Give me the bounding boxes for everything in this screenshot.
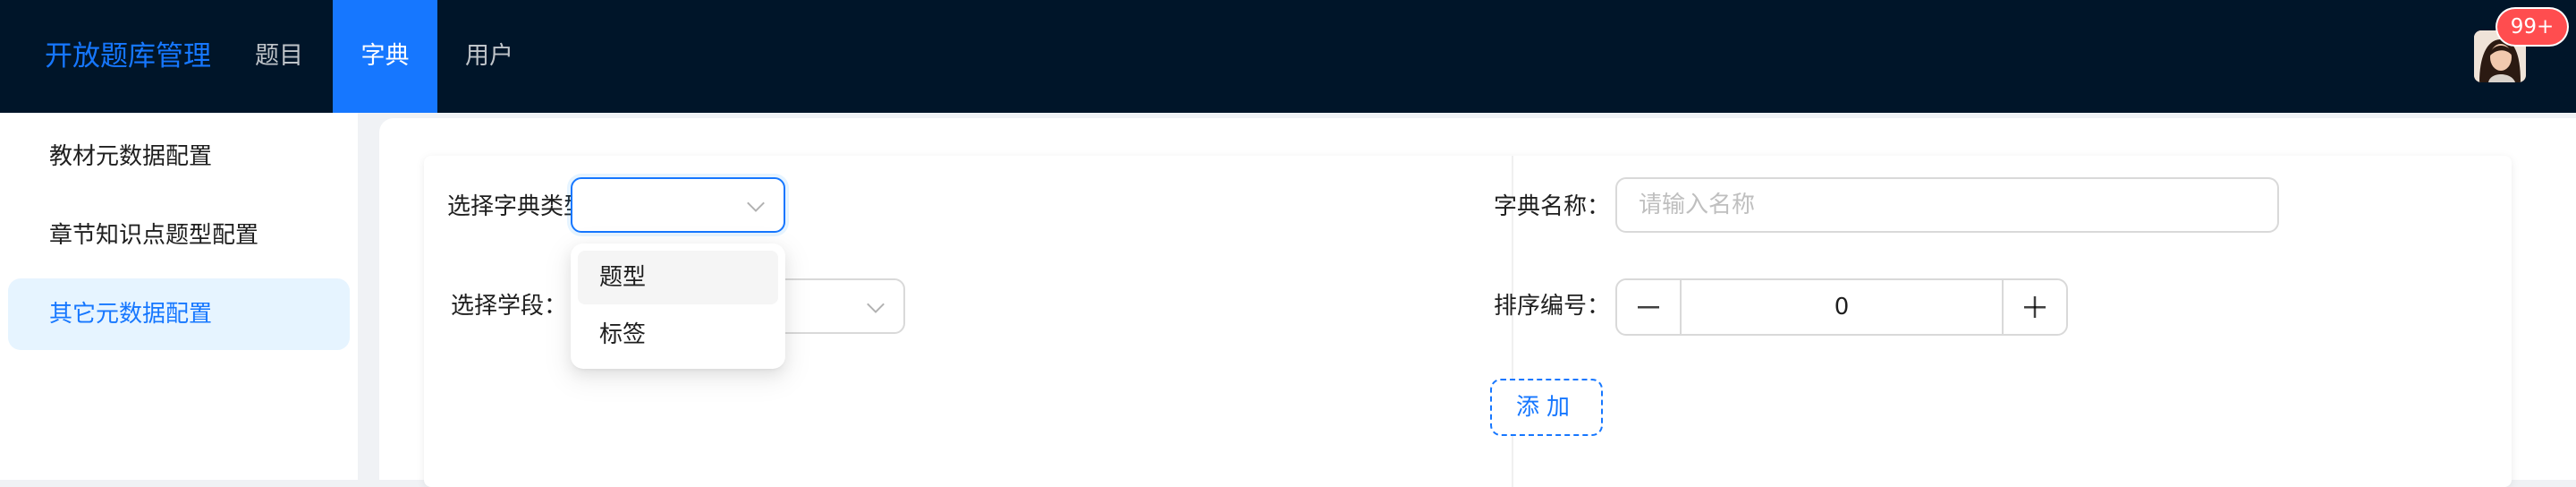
top-navbar: 开放题库管理 题目 字典 用户 99+: [0, 0, 2576, 113]
add-button[interactable]: 添加: [1490, 379, 1603, 436]
plus-icon[interactable]: [2002, 280, 2066, 334]
dropdown-option-tag[interactable]: 标签: [578, 308, 778, 362]
stage-label: 选择学段：: [451, 293, 568, 320]
dict-type-dropdown: 题型 标签: [571, 244, 785, 369]
nav-item-dictionary[interactable]: 字典: [333, 0, 437, 113]
chevron-down-icon: [867, 295, 885, 313]
sidebar-item-chapter-question-type[interactable]: 章节知识点题型配置: [8, 200, 350, 271]
sidebar-item-other-metadata[interactable]: 其它元数据配置: [8, 278, 350, 350]
dict-name-input[interactable]: 请输入名称: [1615, 177, 2279, 233]
sort-number-label: 排序编号：: [1494, 293, 1611, 320]
dropdown-option-question-type[interactable]: 题型: [578, 251, 778, 304]
dict-name-label: 字典名称：: [1494, 193, 1611, 220]
sidebar-item-textbook-metadata[interactable]: 教材元数据配置: [8, 121, 350, 192]
minus-icon[interactable]: [1617, 280, 1682, 334]
nav-item-questions[interactable]: 题目: [233, 0, 326, 113]
sort-number-stepper[interactable]: 0: [1615, 278, 2068, 336]
notification-badge[interactable]: 99+: [2497, 9, 2567, 45]
dict-type-select[interactable]: [571, 177, 785, 233]
nav-item-users[interactable]: 用户: [445, 0, 534, 113]
sort-number-value[interactable]: 0: [1683, 280, 2000, 334]
chevron-down-icon: [747, 194, 765, 212]
app-title[interactable]: 开放题库管理: [45, 0, 211, 113]
sidebar: 教材元数据配置 章节知识点题型配置 其它元数据配置: [0, 113, 358, 480]
